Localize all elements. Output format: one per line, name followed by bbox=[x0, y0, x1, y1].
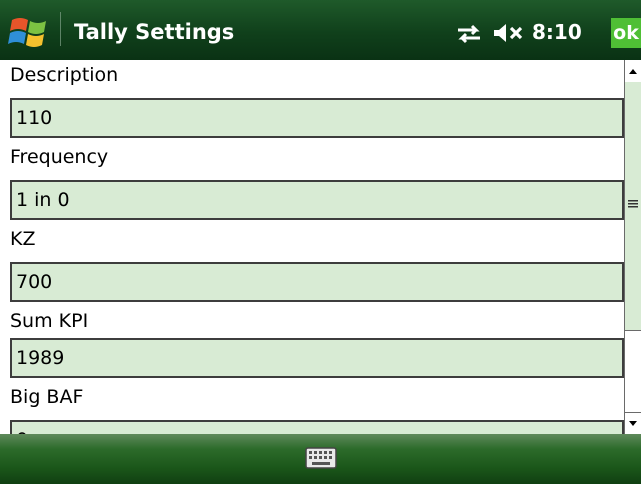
kz-label: KZ bbox=[10, 228, 36, 250]
description-field[interactable]: 110 bbox=[10, 98, 624, 138]
vertical-scrollbar[interactable] bbox=[624, 60, 641, 435]
keyboard-icon[interactable] bbox=[305, 447, 337, 469]
settings-form: Description 110 Frequency 1 in 0 KZ 700 … bbox=[0, 60, 624, 434]
page-title: Tally Settings bbox=[74, 20, 235, 44]
connectivity-icon[interactable] bbox=[454, 22, 484, 46]
menu-bar bbox=[0, 434, 641, 484]
clock: 8:10 bbox=[532, 20, 582, 44]
scroll-up-arrow-icon[interactable] bbox=[625, 60, 641, 83]
description-label: Description bbox=[10, 64, 119, 86]
frequency-label: Frequency bbox=[10, 146, 109, 168]
big-baf-field[interactable]: 0 bbox=[10, 420, 624, 434]
title-bar: Tally Settings 8:10 ok bbox=[0, 0, 641, 60]
scroll-thumb[interactable] bbox=[625, 82, 641, 331]
grip-icon bbox=[628, 200, 638, 208]
frequency-field[interactable]: 1 in 0 bbox=[10, 180, 624, 220]
kz-field[interactable]: 700 bbox=[10, 262, 624, 302]
big-baf-label: Big BAF bbox=[10, 386, 84, 408]
scroll-down-arrow-icon[interactable] bbox=[625, 412, 641, 435]
ok-button[interactable]: ok bbox=[611, 18, 641, 48]
title-separator bbox=[60, 12, 61, 46]
volume-muted-icon[interactable] bbox=[492, 22, 526, 44]
windows-start-icon[interactable] bbox=[8, 14, 52, 50]
sum-kpi-field[interactable]: 1989 bbox=[10, 338, 624, 378]
